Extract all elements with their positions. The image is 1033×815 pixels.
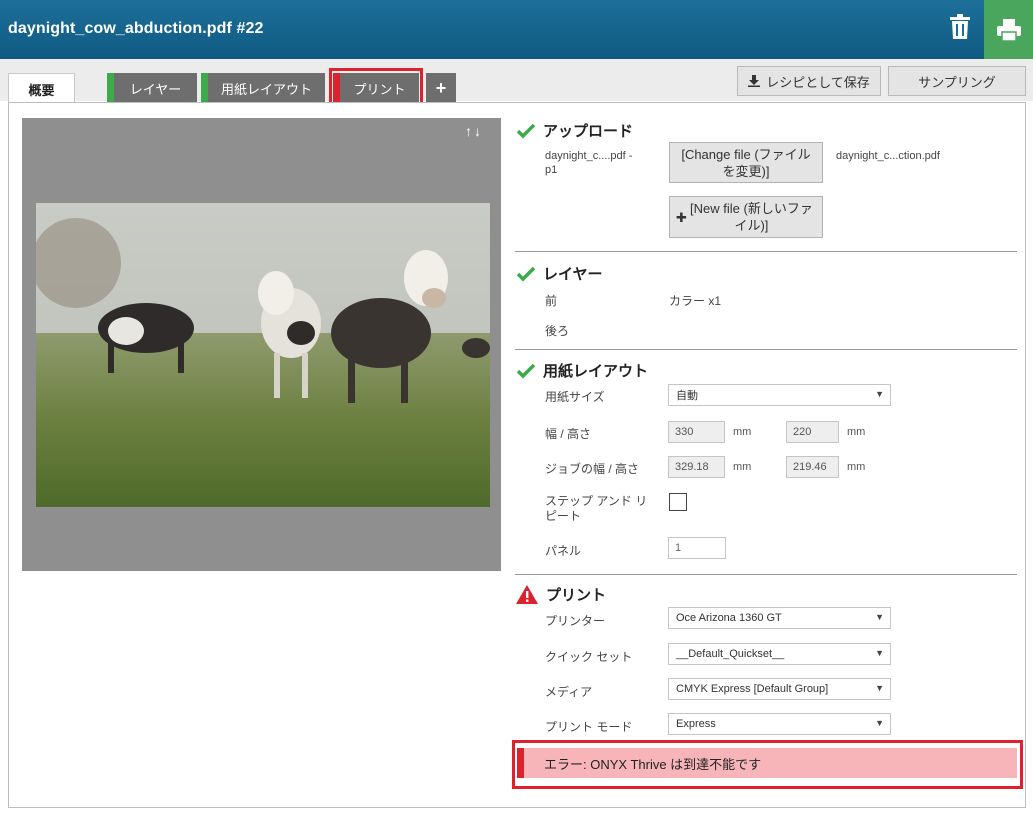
- width-input[interactable]: 330: [668, 421, 725, 443]
- step-repeat-label-line2: ピート: [545, 509, 582, 523]
- paper-layout-section-title: 用紙レイアウト: [517, 360, 648, 381]
- upload-section-title: アップロード: [517, 120, 633, 141]
- printer-value: Oce Arizona 1360 GT: [676, 612, 782, 624]
- caret-down-icon: ▼: [875, 389, 884, 399]
- media-label: メディア: [545, 685, 593, 699]
- divider: [515, 574, 1017, 575]
- plus-icon: ✚: [676, 209, 687, 225]
- tab-layer[interactable]: レイヤー: [107, 73, 197, 103]
- print-button[interactable]: [984, 0, 1033, 59]
- caret-down-icon: ▼: [875, 612, 884, 622]
- divider: [515, 251, 1017, 252]
- job-height-value: 219.46: [786, 456, 839, 478]
- check-icon: [517, 123, 535, 138]
- trash-icon: [950, 14, 970, 39]
- save-recipe-label: レシピとして保存: [766, 74, 870, 90]
- quickset-label: クイック セット: [545, 650, 633, 664]
- paper-layout-title-text: 用紙レイアウト: [543, 363, 649, 380]
- height-unit: mm: [847, 426, 866, 438]
- layer-front-value: カラー x1: [669, 294, 722, 308]
- new-file-button[interactable]: ✚ [New file (新しいファイル)]: [669, 196, 823, 238]
- width-unit: mm: [733, 426, 752, 438]
- panel-input[interactable]: 1: [668, 537, 726, 559]
- printer-icon: [996, 18, 1021, 42]
- layer-title-text: レイヤー: [543, 266, 603, 283]
- tab-paper-layout[interactable]: 用紙レイアウト: [201, 73, 325, 103]
- paper-size-select[interactable]: 自動 ▼: [668, 384, 891, 406]
- quickset-value: __Default_Quickset__: [676, 648, 785, 660]
- error-highlight: [512, 740, 1023, 789]
- upload-file-name: daynight_c...ction.pdf: [836, 150, 940, 162]
- preview-image: [36, 203, 490, 507]
- paper-size-value: 自動: [676, 390, 698, 402]
- upload-title-text: アップロード: [543, 123, 634, 140]
- save-recipe-button[interactable]: レシピとして保存: [737, 66, 881, 96]
- job-width-value: 329.18: [668, 456, 725, 478]
- job-height-unit: mm: [847, 461, 866, 473]
- new-file-label: [New file (新しいファイル)]: [690, 201, 813, 233]
- upload-file-short-line1: daynight_c....pdf -: [545, 150, 633, 162]
- upload-file-short-line2: p1: [545, 164, 558, 176]
- print-mode-value: Express: [676, 718, 716, 730]
- caret-down-icon: ▼: [875, 718, 884, 728]
- caret-down-icon: ▼: [875, 683, 884, 693]
- check-icon: [517, 363, 535, 378]
- caret-down-icon: ▼: [875, 648, 884, 658]
- quickset-select[interactable]: __Default_Quickset__ ▼: [668, 643, 891, 665]
- panel-label: パネル: [545, 544, 582, 558]
- check-icon: [517, 266, 535, 281]
- add-tab-button[interactable]: +: [426, 73, 456, 103]
- delete-button[interactable]: [938, 8, 982, 46]
- media-select[interactable]: CMYK Express [Default Group] ▼: [668, 678, 891, 700]
- page-title: daynight_cow_abduction.pdf #22: [8, 20, 264, 37]
- job-width-height-label: ジョブの幅 / 高さ: [545, 462, 640, 476]
- height-input[interactable]: 220: [786, 421, 839, 443]
- job-width-unit: mm: [733, 461, 752, 473]
- title-bar: daynight_cow_abduction.pdf #22: [0, 0, 1033, 59]
- tab-summary[interactable]: 概要: [8, 73, 75, 104]
- sampling-button[interactable]: サンプリング: [888, 66, 1026, 96]
- print-mode-select[interactable]: Express ▼: [668, 713, 891, 735]
- divider: [515, 349, 1017, 350]
- step-repeat-checkbox[interactable]: [669, 493, 687, 511]
- download-icon: [748, 75, 761, 87]
- print-section-title: プリント: [516, 584, 606, 605]
- layer-front-label: 前: [545, 294, 558, 308]
- paper-size-label: 用紙サイズ: [545, 390, 605, 404]
- warning-icon: [516, 585, 538, 604]
- printer-label: プリンター: [545, 614, 606, 628]
- layer-back-label: 後ろ: [545, 324, 570, 338]
- media-value: CMYK Express [Default Group]: [676, 683, 829, 695]
- layer-section-title: レイヤー: [517, 263, 603, 284]
- print-title-text: プリント: [546, 587, 607, 604]
- print-mode-label: プリント モード: [545, 720, 633, 734]
- printer-select[interactable]: Oce Arizona 1360 GT ▼: [668, 607, 891, 629]
- change-file-button[interactable]: [Change file (ファイルを変更)]: [669, 142, 823, 183]
- width-height-label: 幅 / 高さ: [545, 427, 592, 441]
- reorder-arrows-icon[interactable]: ↑↓: [465, 123, 483, 139]
